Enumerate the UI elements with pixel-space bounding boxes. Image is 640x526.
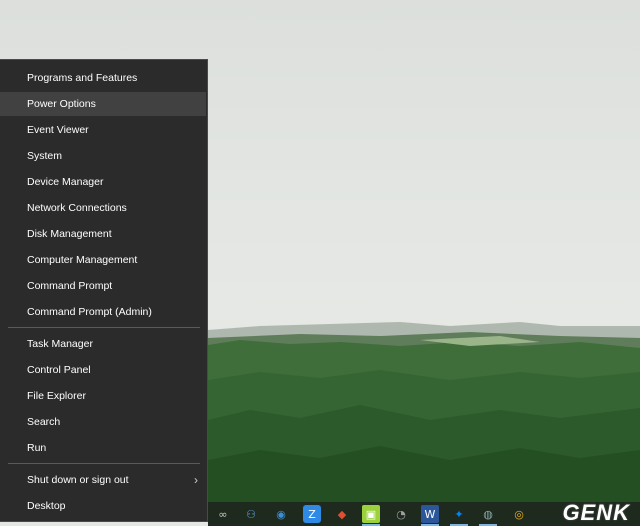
menu-item-system[interactable]: System <box>0 144 206 168</box>
menu-item-command-prompt[interactable]: Command Prompt <box>0 274 206 298</box>
zalo-app-icon[interactable]: Z <box>303 505 321 523</box>
menu-separator <box>8 327 200 328</box>
speed-app-glyph: ◔ <box>396 507 406 521</box>
browser-app-icon[interactable]: ◆ <box>333 505 351 523</box>
menu-item-task-manager[interactable]: Task Manager <box>0 332 206 356</box>
menu-item-power-options[interactable]: Power Options <box>0 92 206 116</box>
winx-context-menu: Programs and Features Power Options Even… <box>0 59 208 522</box>
menu-item-search[interactable]: Search <box>0 410 206 434</box>
genk-watermark-logo: GENK <box>562 500 630 525</box>
media-app-glyph: ◉ <box>276 507 286 521</box>
menu-item-desktop[interactable]: Desktop <box>0 494 206 518</box>
chrome-app-glyph: ◎ <box>514 507 524 521</box>
messenger-app-glyph: ✦ <box>454 507 464 521</box>
link-app-glyph: ∞ <box>218 507 228 521</box>
word-app-icon[interactable]: W <box>421 505 439 523</box>
menu-separator <box>8 463 200 464</box>
network-app-icon[interactable]: ⚇ <box>242 505 260 523</box>
menu-item-label: Shut down or sign out <box>27 474 129 486</box>
chat-app-glyph: ▣ <box>365 507 377 521</box>
menu-item-command-prompt-admin[interactable]: Command Prompt (Admin) <box>0 300 206 324</box>
globe-app-glyph: ◍ <box>483 507 493 521</box>
zalo-app-glyph: Z <box>308 507 316 521</box>
menu-item-network-connections[interactable]: Network Connections <box>0 196 206 220</box>
menu-item-device-manager[interactable]: Device Manager <box>0 170 206 194</box>
word-app-glyph: W <box>424 507 436 521</box>
link-app-icon[interactable]: ∞ <box>214 505 232 523</box>
menu-item-computer-management[interactable]: Computer Management <box>0 248 206 272</box>
chevron-right-icon: › <box>194 473 198 487</box>
globe-app-icon[interactable]: ◍ <box>479 505 497 523</box>
menu-item-control-panel[interactable]: Control Panel <box>0 358 206 382</box>
media-app-icon[interactable]: ◉ <box>272 505 290 523</box>
menu-item-programs-and-features[interactable]: Programs and Features <box>0 66 206 90</box>
chat-app-icon[interactable]: ▣ <box>362 505 380 523</box>
speed-app-icon[interactable]: ◔ <box>392 505 410 523</box>
menu-item-disk-management[interactable]: Disk Management <box>0 222 206 246</box>
network-app-glyph: ⚇ <box>246 507 256 521</box>
menu-item-run[interactable]: Run <box>0 436 206 460</box>
chrome-app-icon[interactable]: ◎ <box>510 505 528 523</box>
menu-item-event-viewer[interactable]: Event Viewer <box>0 118 206 142</box>
messenger-app-icon[interactable]: ✦ <box>450 505 468 523</box>
menu-item-file-explorer[interactable]: File Explorer <box>0 384 206 408</box>
browser-app-glyph: ◆ <box>337 507 347 521</box>
menu-item-shut-down-or-sign-out[interactable]: Shut down or sign out › <box>0 468 206 492</box>
